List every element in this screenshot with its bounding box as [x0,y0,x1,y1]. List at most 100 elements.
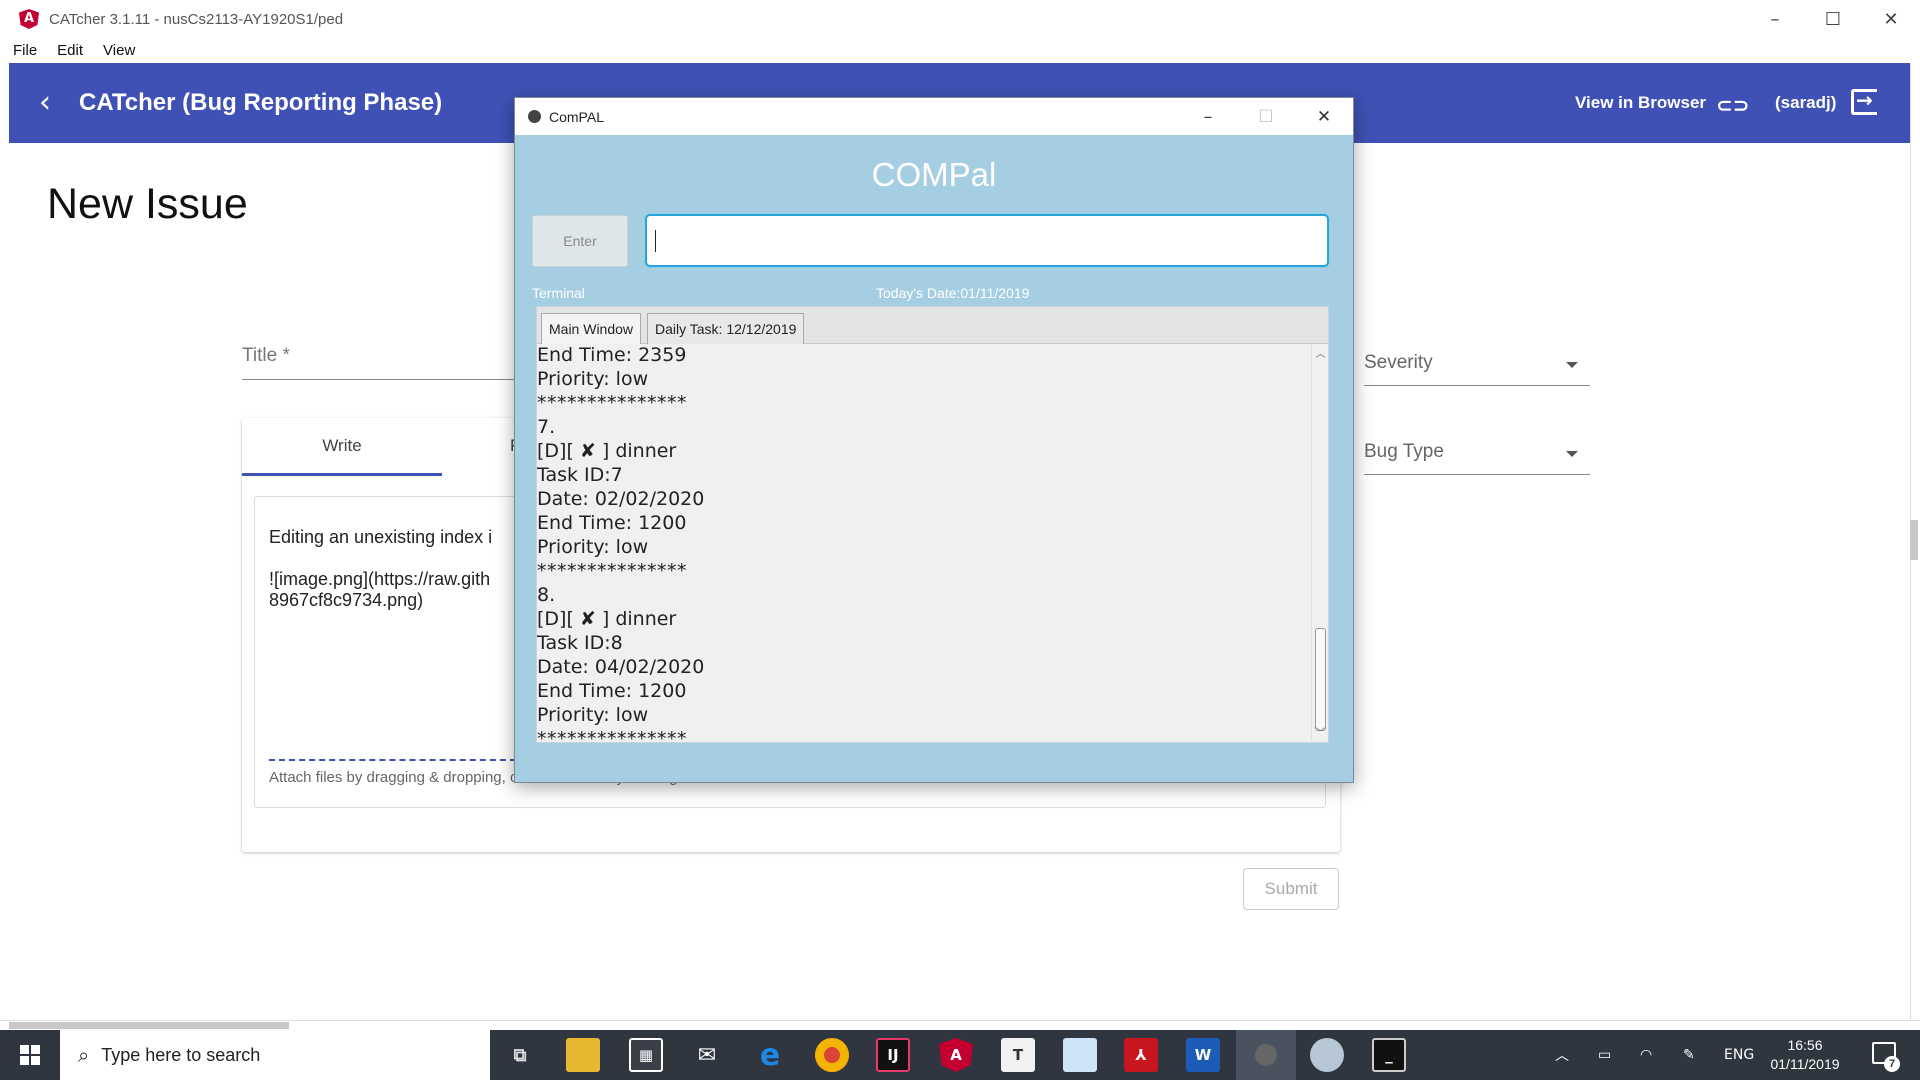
file-explorer-icon[interactable] [566,1038,600,1072]
horizontal-scroll-thumb[interactable] [9,1022,289,1029]
tab-daily-task[interactable]: Daily Task: 12/12/2019 [647,313,805,344]
acrobat-icon[interactable]: ⅄ [1124,1038,1158,1072]
description-text: Editing an unexisting index i ![image.pn… [269,527,493,610]
compal-minimize-button[interactable]: – [1179,98,1237,135]
text-cursor [655,230,656,252]
terminal-line: [D][ ✘ ] dinner [537,440,677,462]
scroll-thumb[interactable] [1315,628,1326,731]
terminal-line: Task ID:7 [537,464,623,486]
tray-chevron-icon[interactable]: ︿ [1555,1030,1569,1080]
horizontal-scrollbar[interactable] [0,1020,1920,1030]
menubar: File Edit View [0,38,1920,63]
close-button[interactable]: ✕ [1862,0,1920,38]
typora-icon[interactable]: T [1001,1038,1035,1072]
photos-icon[interactable] [1063,1038,1097,1072]
tab-main-window[interactable]: Main Window [541,313,642,344]
back-arrow-icon[interactable]: ‹ [39,85,51,120]
bug-type-label: Bug Type [1364,441,1444,462]
chrome-icon[interactable] [815,1038,849,1072]
compal-heading: COMPal [871,156,997,193]
minimize-button[interactable]: – [1746,0,1804,38]
menu-view[interactable]: View [100,42,138,59]
terminal-scrollbar[interactable]: ︿ ﹀ [1311,345,1328,741]
menu-edit[interactable]: Edit [54,42,86,59]
terminal-output: End Time: 2359 Priority: low *************… [537,345,1311,741]
battery-icon[interactable]: ▭ [1598,1030,1611,1080]
compal-tab-pane: Main Window Daily Task: 12/12/2019 End T… [536,306,1329,743]
compal-tab-header: Main Window Daily Task: 12/12/2019 [537,307,1328,344]
title-placeholder: Title * [242,345,290,366]
terminal-line: Date: 02/02/2020 [537,488,705,510]
language-indicator[interactable]: ENG [1724,1030,1754,1080]
word-icon[interactable]: W [1186,1038,1220,1072]
intellij-icon[interactable]: IJ [876,1038,910,1072]
wifi-icon[interactable]: ◠ [1640,1030,1652,1080]
bug-type-select[interactable]: Bug Type [1364,433,1590,475]
view-in-browser-link[interactable]: View in Browser [1575,93,1706,113]
maximize-button[interactable]: ☐ [1804,0,1862,38]
pen-icon[interactable]: ✎ [1683,1030,1695,1080]
terminal-line: 7. [537,416,556,438]
terminal-line: Date: 04/02/2020 [537,656,705,678]
terminal-line: End Time: 1200 [537,680,687,702]
angular-icon[interactable]: A [939,1038,973,1072]
severity-label: Severity [1364,352,1433,373]
terminal-line: Priority: low [537,368,649,390]
compal-titlebar: ComPAL – ☐ ✕ [515,98,1353,135]
notification-badge: 7 [1884,1056,1900,1072]
terminal-line: *************** [537,728,687,741]
windows-taskbar: ⌕ Type here to search ⧉ ▦ ✉ e IJ A T ⅄ W… [0,1030,1920,1080]
enter-button[interactable]: Enter [532,215,628,267]
tab-write[interactable]: Write [242,418,442,476]
search-placeholder: Type here to search [101,1044,261,1065]
link-icon[interactable]: ⊂⊃ [1716,93,1750,117]
edge-icon[interactable]: e [753,1038,787,1073]
severity-select[interactable]: Severity [1364,344,1590,386]
todays-date-label: Today's Date:01/11/2019 [876,285,1030,301]
compal-app-icon [528,110,541,123]
terminal-line: *************** [537,560,687,582]
terminal-output-lines: End Time: 2359 Priority: low *************… [537,345,704,741]
paint-icon[interactable] [1310,1038,1344,1072]
windows-logo-icon [20,1045,40,1065]
store-icon[interactable]: ▦ [629,1038,663,1072]
taskbar-clock[interactable]: 16:56 01/11/2019 [1760,1036,1850,1074]
angular-app-icon: A [19,9,39,29]
compal-close-button[interactable]: ✕ [1295,98,1353,135]
page-scrollbar[interactable] [1910,520,1918,560]
terminal-line: Priority: low [537,704,649,726]
username-label: (saradj) [1775,93,1837,112]
terminal-line: Task ID:8 [537,632,623,654]
window-title: CATcher 3.1.11 - nusCs2113-AY1920S1/ped [49,10,344,28]
toolbar-title: CATcher (Bug Reporting Phase) [79,89,443,116]
taskbar-search[interactable]: ⌕ Type here to search [60,1030,490,1080]
dropdown-caret-icon [1566,451,1578,457]
submit-button[interactable]: Submit [1243,868,1339,910]
terminal-line: End Time: 1200 [537,512,687,534]
scroll-up-icon[interactable]: ︿ [1312,345,1329,360]
terminal-line: End Time: 2359 [537,345,687,366]
logout-icon[interactable] [1851,88,1877,115]
command-input[interactable] [645,214,1329,267]
terminal-icon[interactable]: _ [1372,1038,1406,1072]
terminal-line: 8. [537,584,556,606]
terminal-line: *************** [537,392,687,414]
mail-icon[interactable]: ✉ [690,1038,724,1072]
clock-time: 16:56 [1787,1037,1823,1053]
scroll-down-icon[interactable]: ﹀ [1312,724,1329,739]
dropdown-caret-icon [1566,362,1578,368]
compal-window: ComPAL – ☐ ✕ COMPal Enter Terminal Today… [514,97,1354,783]
terminal-line: Priority: low [537,536,649,558]
search-icon: ⌕ [78,1043,90,1067]
title-input[interactable]: Title * [242,345,532,380]
compal-window-title: ComPAL [549,108,604,125]
menu-file[interactable]: File [10,42,40,59]
page-title: New Issue [47,180,248,228]
terminal-line: [D][ ✘ ] dinner [537,608,677,630]
clock-date: 01/11/2019 [1770,1056,1840,1072]
compal-icon[interactable] [1255,1044,1277,1066]
start-button[interactable] [0,1030,60,1080]
task-view-icon[interactable]: ⧉ [503,1038,537,1072]
catcher-titlebar: A CATcher 3.1.11 - nusCs2113-AY1920S1/pe… [0,0,1920,38]
compal-maximize-button[interactable]: ☐ [1237,98,1295,135]
